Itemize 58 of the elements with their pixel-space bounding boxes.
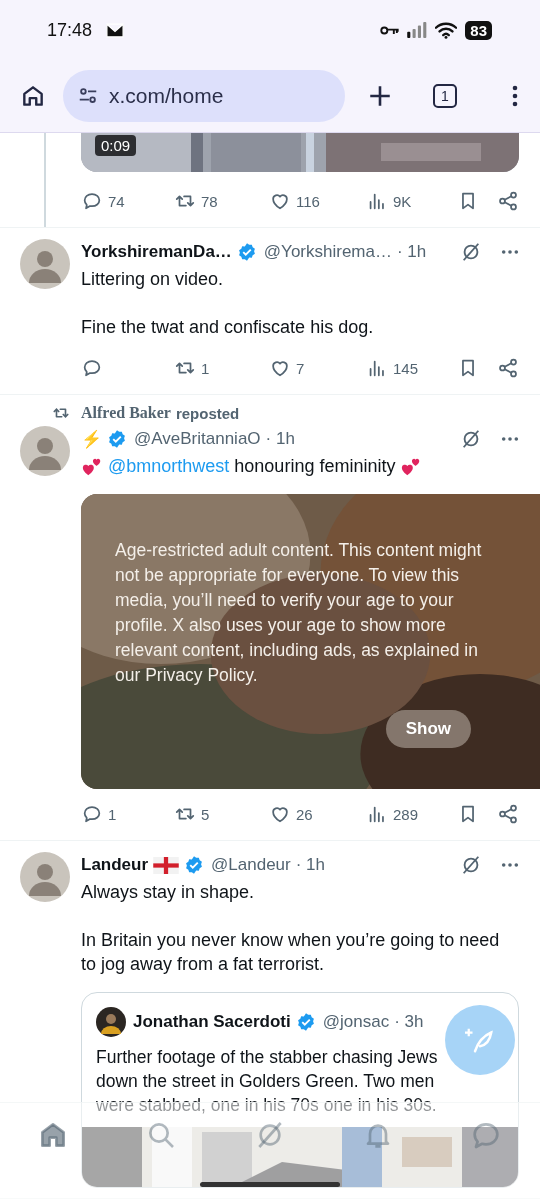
menu-icon[interactable]: [511, 83, 519, 109]
author-handle[interactable]: @AveBritanniaO: [134, 429, 261, 449]
share-icon[interactable]: [497, 190, 519, 212]
wifi-icon: [435, 21, 458, 39]
avatar[interactable]: [20, 426, 70, 476]
stat-count: 7: [296, 359, 305, 377]
avatar[interactable]: [20, 239, 70, 289]
stat-count: 1: [108, 805, 117, 823]
post-text: Always stay in shape. In Britain you never know when you’re going to need to jog away from a fat terrorist.: [81, 881, 501, 976]
stat-count: 78: [201, 192, 218, 210]
stat-count: 26: [296, 805, 313, 823]
author-handle: @jonsac: [322, 1012, 390, 1032]
battery-level: 83: [465, 20, 492, 40]
grok-icon[interactable]: [460, 854, 482, 876]
reply-icon[interactable]: [81, 190, 103, 212]
home-icon[interactable]: [20, 83, 46, 109]
author-name: Jonathan Sacerdoti: [133, 1012, 291, 1032]
post-text: honouring femininity: [234, 455, 396, 478]
show-button[interactable]: Show: [385, 710, 471, 748]
reposter-name[interactable]: Alfred Baker: [81, 404, 171, 422]
video-duration: 0:09: [95, 135, 137, 156]
more-icon[interactable]: [501, 436, 519, 442]
more-icon[interactable]: [501, 862, 519, 868]
stat-count: 289: [393, 805, 419, 823]
share-icon[interactable]: [497, 803, 519, 825]
post-text: Littering on video. Fine the twat and confiscate his dog.: [81, 268, 374, 339]
status-time: 17:48: [47, 19, 93, 41]
avatar[interactable]: [20, 852, 70, 902]
reply-icon[interactable]: [81, 803, 103, 825]
stat-count: 5: [201, 805, 210, 823]
address-bar[interactable]: x.com/home: [63, 70, 345, 122]
mail-icon: [106, 22, 125, 38]
grok-icon[interactable]: [460, 241, 482, 263]
content-warning-text: Age-restricted adult content. This content might not be appropriate for everyone. To view this media, you’ll need to verify your age to your profile. X also uses your age to show more relevant content, including ads, as explained in our Privacy Policy.: [115, 539, 483, 687]
author-handle[interactable]: @Landeur: [211, 855, 291, 875]
more-icon[interactable]: [501, 249, 519, 255]
repost-label: reposted: [175, 404, 240, 422]
post-time: · 3h: [394, 1012, 424, 1032]
author-name[interactable]: Landeur: [81, 855, 149, 875]
key-icon: [380, 24, 400, 36]
post-time[interactable]: · 1h: [265, 429, 295, 449]
post-time[interactable]: · 1h: [295, 855, 325, 875]
author-name[interactable]: YorkshiremanDa…: [81, 242, 232, 262]
stat-count: 1: [201, 359, 210, 377]
tab-count-button[interactable]: 1: [433, 84, 457, 108]
signal-icon: [407, 22, 428, 38]
stat-count: 74: [108, 192, 125, 210]
quoted-post-text: Further footage of the stabber chasing Jews down the street in Golders Green. Two men were stabbed, one in his 70s one in his 30s.: [96, 1046, 439, 1117]
post-time[interactable]: · 1h: [397, 242, 427, 262]
author-handle[interactable]: @Yorkshirema…: [263, 242, 392, 262]
grok-icon[interactable]: [460, 428, 482, 450]
avatar: [96, 1007, 126, 1037]
stat-count: 116: [296, 192, 320, 210]
stat-count: 145: [393, 359, 419, 377]
reply-icon[interactable]: [81, 357, 103, 379]
share-icon[interactable]: [497, 357, 519, 379]
new-tab-icon[interactable]: [367, 83, 393, 109]
stat-count: 9K: [393, 192, 412, 210]
